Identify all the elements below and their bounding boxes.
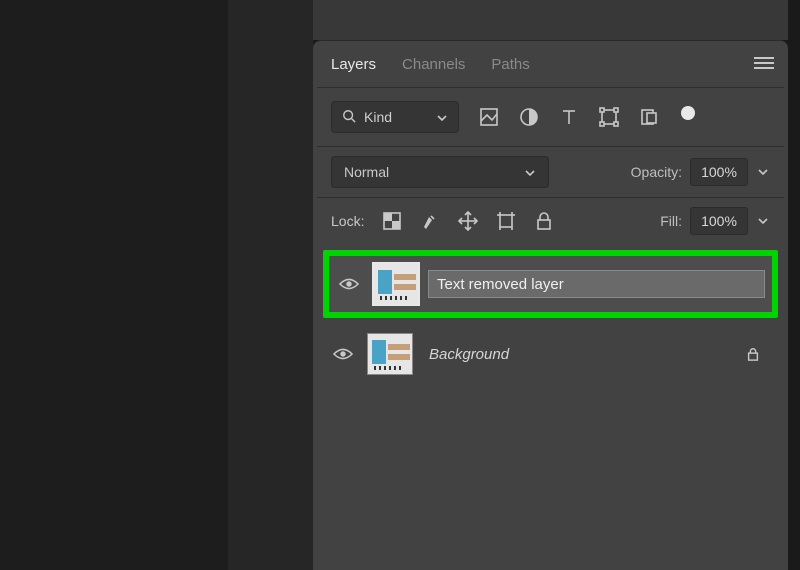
filter-type-icons <box>479 107 695 127</box>
tab-paths[interactable]: Paths <box>491 54 529 75</box>
layer-thumbnail[interactable] <box>367 333 413 375</box>
workspace-gutter <box>228 0 313 570</box>
blend-mode-value: Normal <box>344 164 389 180</box>
opacity-label: Opacity: <box>631 164 682 180</box>
panel-menu-icon[interactable] <box>754 55 774 69</box>
lock-row: Lock: Fill: 100% <box>313 198 788 244</box>
canvas-area <box>0 0 228 570</box>
visibility-eye-icon[interactable] <box>329 346 357 362</box>
lock-icons <box>382 211 554 231</box>
layers-list: Background <box>313 244 788 382</box>
chevron-down-icon[interactable] <box>756 215 770 227</box>
lock-label: Lock: <box>331 213 364 229</box>
layers-panel: Layers Channels Paths Kind <box>313 40 788 570</box>
filter-adjustment-icon[interactable] <box>519 107 539 127</box>
blend-mode-select[interactable]: Normal <box>331 156 549 188</box>
chevron-down-icon <box>436 111 448 123</box>
fill-field[interactable]: 100% <box>690 207 748 235</box>
lock-icon <box>744 345 762 363</box>
filter-type-text-icon[interactable] <box>559 107 579 127</box>
filter-shape-icon[interactable] <box>599 107 619 127</box>
lock-all-icon[interactable] <box>534 211 554 231</box>
lock-artboard-icon[interactable] <box>496 211 516 231</box>
filter-toggle[interactable] <box>681 106 695 120</box>
chevron-down-icon[interactable] <box>756 166 770 178</box>
search-icon <box>342 109 356 126</box>
lock-position-icon[interactable] <box>458 211 478 231</box>
layer-row[interactable]: Background <box>323 326 778 382</box>
blend-row: Normal Opacity: 100% <box>313 147 788 197</box>
filter-pixel-icon[interactable] <box>479 107 499 127</box>
layer-name-input[interactable] <box>429 271 764 297</box>
panel-tabs: Layers Channels Paths <box>313 41 788 87</box>
filter-smartobject-icon[interactable] <box>639 107 659 127</box>
fill-label: Fill: <box>660 213 682 229</box>
fill-group: Fill: 100% <box>660 207 770 235</box>
opacity-group: Opacity: 100% <box>631 158 770 186</box>
layer-row[interactable] <box>329 256 772 312</box>
opacity-field[interactable]: 100% <box>690 158 748 186</box>
filter-kind-select[interactable]: Kind <box>331 101 459 133</box>
lock-transparency-icon[interactable] <box>382 211 402 231</box>
layer-name-label[interactable]: Background <box>423 346 734 363</box>
tab-channels[interactable]: Channels <box>402 54 465 75</box>
tutorial-highlight <box>323 250 778 318</box>
panel-topbar <box>313 0 788 40</box>
chevron-down-icon <box>524 166 536 178</box>
filter-kind-label: Kind <box>364 109 428 125</box>
lock-pixels-icon[interactable] <box>420 211 440 231</box>
tab-layers[interactable]: Layers <box>331 54 376 75</box>
layer-thumbnail[interactable] <box>373 263 419 305</box>
filter-row: Kind <box>313 88 788 146</box>
visibility-eye-icon[interactable] <box>335 276 363 292</box>
